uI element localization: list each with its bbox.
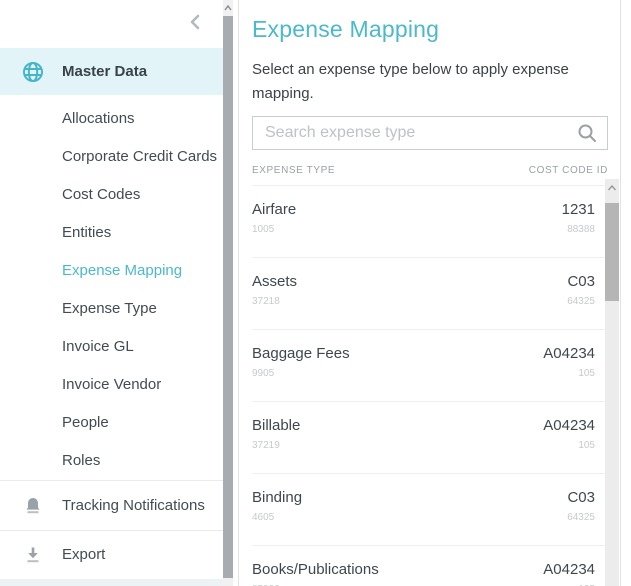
cost-code-cell: A04234 105	[543, 417, 595, 473]
sidebar-item[interactable]: People	[0, 404, 223, 442]
sidebar-item[interactable]: Allocations	[0, 100, 223, 138]
page-scrollbar-thumb[interactable]	[223, 16, 233, 578]
cost-code-sub-id: 105	[543, 368, 595, 379]
expense-type-row[interactable]: Binding 4605 C03 64325	[252, 474, 608, 546]
expense-type-row[interactable]: Assets 37218 C03 64325	[252, 258, 608, 330]
sidebar-item[interactable]: Invoice GL	[0, 328, 223, 366]
sidebar-section-label: Master Data	[62, 63, 147, 80]
expense-type-id: 9905	[252, 368, 350, 379]
sidebar-item-label: Tracking Notifications	[62, 497, 205, 514]
cost-code-cell: C03 64325	[567, 489, 595, 545]
expense-type-name: Airfare	[252, 201, 296, 218]
scroll-up-icon[interactable]	[223, 2, 233, 14]
bell-icon	[23, 496, 43, 516]
expense-type-cell: Assets 37218	[252, 273, 297, 329]
cost-code-sub-id: 105	[543, 440, 595, 451]
expense-type-id: 4605	[252, 512, 302, 523]
sidebar-item-master-data[interactable]: Master Data	[0, 48, 223, 95]
sidebar-item[interactable]: Corporate Credit Cards	[0, 138, 223, 176]
sidebar-item[interactable]: Expense Mapping	[0, 252, 223, 290]
sidebar-item[interactable]: Invoice Vendor	[0, 366, 223, 404]
expense-type-name: Baggage Fees	[252, 345, 350, 362]
cost-code-id: A04234	[543, 561, 595, 578]
expense-type-name: Binding	[252, 489, 302, 506]
list-scroll-up-icon[interactable]	[607, 183, 617, 193]
search-icon[interactable]	[577, 123, 597, 143]
cost-code-cell: A04234 105	[543, 561, 595, 586]
cost-code-sub-id: 88388	[562, 224, 595, 235]
search-input[interactable]	[252, 116, 608, 150]
expense-type-cell: Billable 37219	[252, 417, 300, 473]
expense-type-name: Billable	[252, 417, 300, 434]
globe-icon	[22, 61, 44, 83]
sidebar-item[interactable]: Cost Codes	[0, 176, 223, 214]
expense-type-id: 37219	[252, 440, 300, 451]
cost-code-id: C03	[567, 489, 595, 506]
sidebar-item[interactable]: Roles	[0, 442, 223, 480]
sidebar-item-label: Export	[62, 546, 105, 563]
sidebar-item[interactable]: Expense Type	[0, 290, 223, 328]
sidebar-item-export[interactable]: Export	[0, 530, 223, 578]
sidebar-item[interactable]: Entities	[0, 214, 223, 252]
expense-type-row[interactable]: Airfare 1005 1231 88388	[252, 186, 608, 258]
expense-type-row[interactable]: Books/Publications 85902 A04234 105	[252, 546, 608, 586]
expense-type-row[interactable]: Baggage Fees 9905 A04234 105	[252, 330, 608, 402]
column-header-cost-code-id: COST CODE ID	[529, 165, 608, 176]
sidebar-menu: Allocations Corporate Credit Cards Cost …	[0, 95, 223, 480]
search-box	[252, 116, 607, 150]
page-description: Select an expense type below to apply ex…	[252, 58, 604, 106]
collapse-sidebar-icon[interactable]	[185, 12, 205, 32]
cost-code-cell: A04234 105	[543, 345, 595, 401]
cost-code-id: A04234	[543, 417, 595, 434]
app-window: Master Data Allocations Corporate Credit…	[0, 0, 631, 586]
list-scrollbar-thumb[interactable]	[605, 203, 619, 301]
table-header: EXPENSE TYPE COST CODE ID	[252, 165, 608, 186]
cost-code-id: A04234	[543, 345, 595, 362]
expense-type-name: Assets	[252, 273, 297, 290]
expense-type-list: Airfare 1005 1231 88388 Assets 37218	[252, 186, 608, 586]
expense-type-cell: Airfare 1005	[252, 201, 296, 257]
column-header-expense-type: EXPENSE TYPE	[252, 165, 335, 176]
download-icon	[23, 545, 43, 565]
page-scrollbar[interactable]	[223, 0, 233, 586]
cost-code-cell: 1231 88388	[562, 201, 595, 257]
cost-code-id: C03	[567, 273, 595, 290]
list-scrollbar[interactable]	[605, 179, 619, 586]
expense-type-row[interactable]: Billable 37219 A04234 105	[252, 402, 608, 474]
sidebar: Master Data Allocations Corporate Credit…	[0, 0, 223, 586]
expense-type-cell: Baggage Fees 9905	[252, 345, 350, 401]
cost-code-sub-id: 64325	[567, 296, 595, 307]
page-title: Expense Mapping	[252, 16, 607, 43]
cost-code-sub-id: 64325	[567, 512, 595, 523]
expense-mapping-panel: Expense Mapping Select an expense type b…	[239, 0, 621, 586]
expense-type-id: 37218	[252, 296, 297, 307]
expense-type-id: 1005	[252, 224, 296, 235]
cost-code-cell: C03 64325	[567, 273, 595, 329]
sidebar-next-item-edge	[0, 579, 223, 586]
expense-type-name: Books/Publications	[252, 561, 379, 578]
expense-type-cell: Books/Publications 85902	[252, 561, 379, 586]
cost-code-id: 1231	[562, 201, 595, 218]
expense-type-cell: Binding 4605	[252, 489, 302, 545]
sidebar-item-tracking-notifications[interactable]: Tracking Notifications	[0, 480, 223, 530]
sidebar-header	[0, 0, 223, 48]
right-margin	[621, 0, 631, 586]
